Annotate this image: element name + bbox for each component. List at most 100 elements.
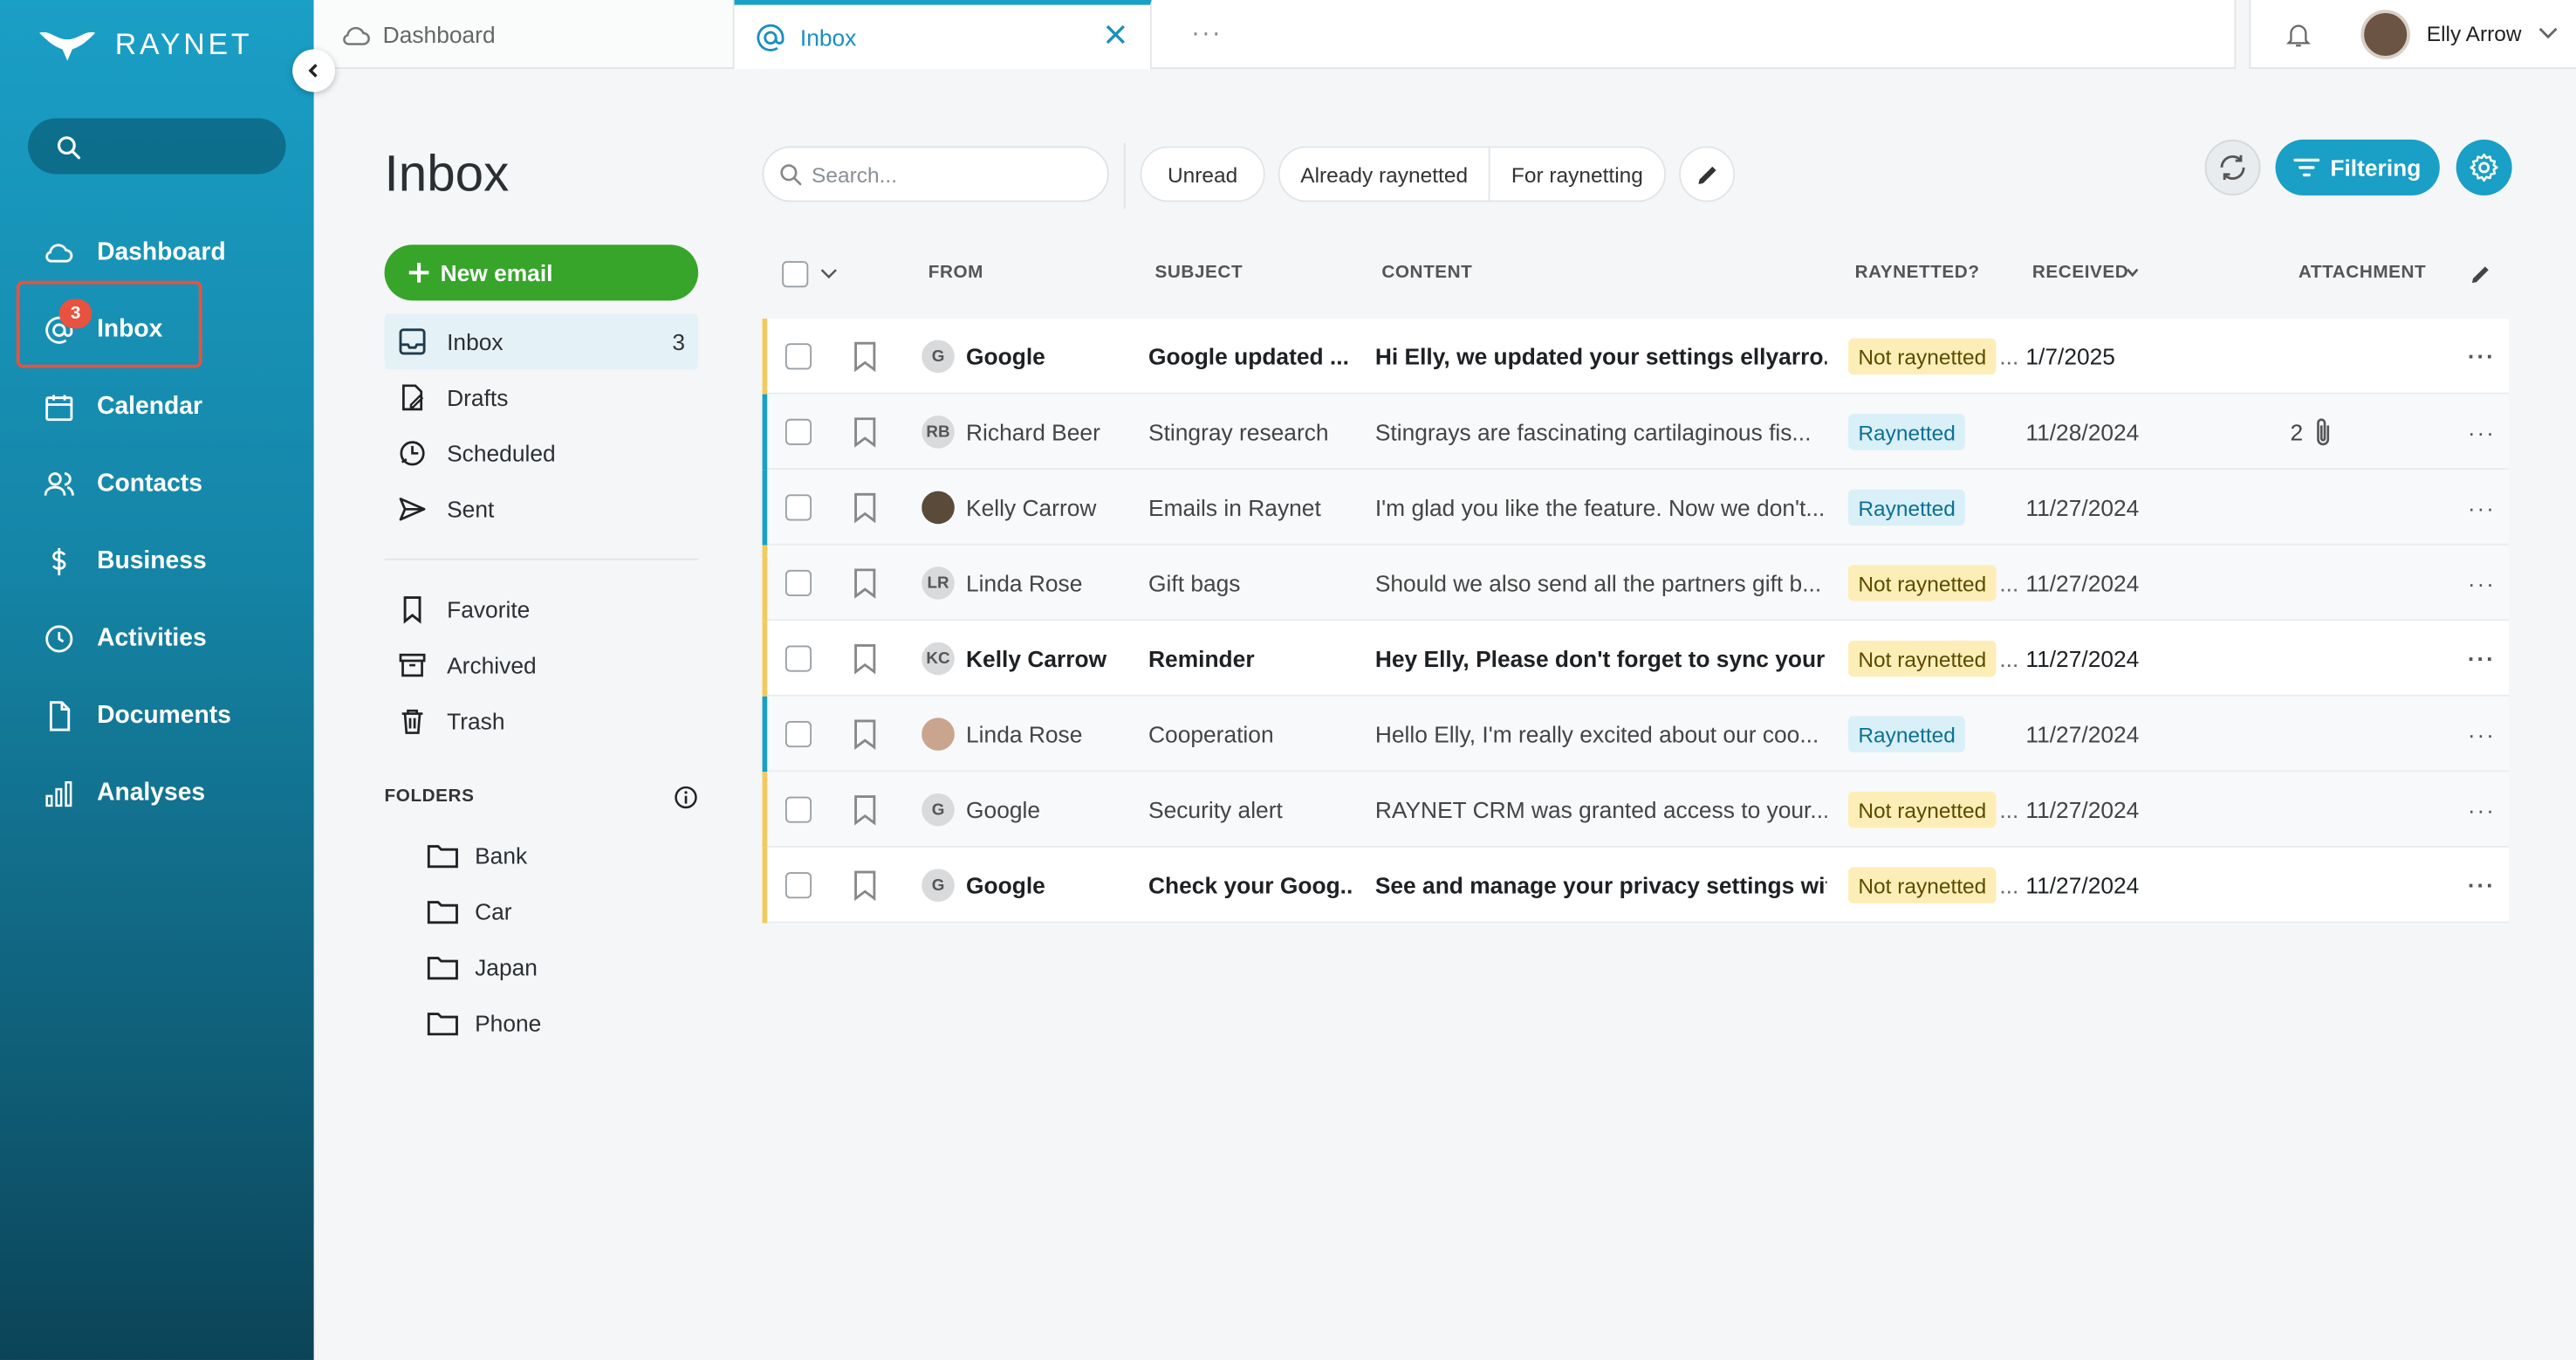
- filter-chip-already-raynetted[interactable]: Already raynetted: [1278, 146, 1490, 203]
- menu-label: Archived: [447, 651, 537, 679]
- status-overflow: ...: [1999, 872, 2019, 899]
- nav-item-business[interactable]: Business: [0, 522, 314, 599]
- menu-label: Sent: [447, 496, 495, 523]
- bell-icon[interactable]: [2284, 20, 2313, 50]
- bookmark-icon[interactable]: [851, 869, 879, 902]
- row-more-button[interactable]: ···: [2468, 697, 2496, 773]
- close-tab-icon[interactable]: [1104, 23, 1127, 45]
- nav-label: Activities: [97, 624, 207, 652]
- chevron-down-icon[interactable]: [819, 268, 838, 279]
- email-subject: Security alert: [1148, 796, 1283, 823]
- menu-item-favorite[interactable]: Favorite: [385, 581, 699, 637]
- filter-chip-unread[interactable]: Unread: [1140, 146, 1265, 203]
- pencil-icon[interactable]: [2470, 263, 2492, 285]
- row-checkbox[interactable]: [784, 721, 812, 748]
- column-header-from[interactable]: FROM: [928, 263, 983, 283]
- table-row[interactable]: G Google Security alert RAYNET CRM was gran…: [762, 772, 2509, 848]
- table-row[interactable]: G Google Google updated ... Hi Elly, we upd…: [762, 319, 2509, 395]
- bookmark-icon[interactable]: [851, 416, 879, 449]
- row-more-button[interactable]: ···: [2468, 319, 2496, 395]
- menu-item-sent[interactable]: Sent: [385, 481, 699, 537]
- menu-item-scheduled[interactable]: Scheduled: [385, 425, 699, 481]
- bookmark-icon[interactable]: [851, 793, 879, 827]
- folder-item-bank[interactable]: Bank: [427, 828, 527, 883]
- status-bar: [762, 847, 768, 924]
- raynetted-status-badge[interactable]: Not raynetted: [1848, 791, 1997, 828]
- search-input[interactable]: Search...: [762, 146, 1109, 203]
- filtering-button[interactable]: Filtering: [2275, 139, 2440, 196]
- column-header-attachment[interactable]: ATTACHMENT: [2299, 263, 2426, 283]
- folder-item-phone[interactable]: Phone: [427, 995, 541, 1051]
- nav-item-analyses[interactable]: Analyses: [0, 754, 314, 831]
- bookmark-icon[interactable]: [851, 340, 879, 373]
- more-tabs-button[interactable]: ···: [1151, 0, 2237, 70]
- nav-item-dashboard[interactable]: Dashboard: [0, 214, 314, 291]
- menu-item-archived[interactable]: Archived: [385, 637, 699, 693]
- raynetted-status-badge[interactable]: Not raynetted: [1848, 867, 1997, 903]
- paperclip-icon[interactable]: [2312, 416, 2333, 449]
- row-more-button[interactable]: ···: [2468, 772, 2496, 848]
- row-checkbox[interactable]: [784, 796, 812, 823]
- page-title: Inbox: [384, 144, 510, 203]
- collapse-sidebar-button[interactable]: [292, 49, 336, 93]
- table-row[interactable]: Linda Rose Cooperation Hello Elly, I'm rea…: [762, 696, 2509, 773]
- raynetted-status-badge[interactable]: Raynetted: [1848, 716, 1966, 752]
- settings-button[interactable]: [2456, 139, 2512, 196]
- column-header-raynetted[interactable]: RAYNETTED?: [1855, 263, 1980, 283]
- menu-item-drafts[interactable]: Drafts: [385, 369, 699, 425]
- user-avatar[interactable]: [2360, 10, 2410, 59]
- chevron-down-icon[interactable]: [2538, 26, 2559, 39]
- sync-button[interactable]: [2204, 139, 2261, 196]
- logo-text: RAYNET: [114, 27, 253, 60]
- folder-item-japan[interactable]: Japan: [427, 939, 538, 995]
- nav-item-documents[interactable]: Documents: [0, 677, 314, 753]
- row-checkbox[interactable]: [784, 494, 812, 521]
- table-row[interactable]: Kelly Carrow Emails in Raynet I'm glad you…: [762, 470, 2509, 546]
- tab-dashboard[interactable]: Dashboard: [313, 0, 735, 70]
- nav-item-calendar[interactable]: Calendar: [0, 367, 314, 444]
- status-overflow: ...: [1999, 569, 2019, 597]
- row-checkbox[interactable]: [784, 872, 812, 899]
- row-more-button[interactable]: ···: [2468, 546, 2496, 622]
- sidebar-search[interactable]: [28, 118, 286, 175]
- table-row[interactable]: RB Richard Beer Stingray research Stingrays…: [762, 394, 2509, 471]
- new-email-button[interactable]: New email: [384, 244, 699, 301]
- row-more-button[interactable]: ···: [2468, 395, 2496, 471]
- row-more-button[interactable]: ···: [2468, 848, 2496, 924]
- bookmark-icon[interactable]: [851, 718, 879, 751]
- row-checkbox[interactable]: [784, 418, 812, 445]
- select-all-checkbox[interactable]: [782, 261, 809, 288]
- bookmark-icon[interactable]: [851, 642, 879, 676]
- table-row[interactable]: KC Kelly Carrow Reminder Hey Elly, Please d…: [762, 621, 2509, 697]
- column-header-content[interactable]: CONTENT: [1381, 263, 1472, 283]
- raynetted-status-badge[interactable]: Not raynetted: [1848, 640, 1997, 677]
- nav-item-activities[interactable]: Activities: [0, 600, 314, 677]
- raynetted-status-badge[interactable]: Raynetted: [1848, 489, 1966, 526]
- column-header-received[interactable]: RECEIVED: [2032, 263, 2128, 283]
- tab-inbox[interactable]: Inbox: [734, 0, 1152, 70]
- column-header-subject[interactable]: SUBJECT: [1155, 263, 1243, 283]
- edit-filters-button[interactable]: [1679, 146, 1736, 203]
- info-icon[interactable]: [674, 785, 698, 809]
- bookmark-icon[interactable]: [851, 567, 879, 600]
- row-more-button[interactable]: ···: [2468, 621, 2496, 697]
- row-checkbox[interactable]: [784, 645, 812, 672]
- row-checkbox[interactable]: [784, 343, 812, 370]
- raynetted-status-badge[interactable]: Not raynetted: [1848, 565, 1997, 601]
- table-row[interactable]: LR Linda Rose Gift bags Should we also send…: [762, 545, 2509, 622]
- nav-item-contacts[interactable]: Contacts: [0, 445, 314, 522]
- mailbox-menu: Inbox 3 Drafts Scheduled Sent: [384, 313, 699, 537]
- folder-item-car[interactable]: Car: [427, 883, 512, 939]
- user-name[interactable]: Elly Arrow: [2427, 21, 2522, 45]
- raynet-logo[interactable]: RAYNET: [36, 23, 252, 65]
- email-content: Hi Elly, we updated your settings ellyar…: [1374, 343, 1827, 370]
- menu-item-inbox[interactable]: Inbox 3: [384, 313, 699, 370]
- menu-item-trash[interactable]: Trash: [385, 693, 699, 749]
- raynetted-status-badge[interactable]: Not raynetted: [1848, 338, 1997, 375]
- filter-chip-for-raynetting[interactable]: For raynetting: [1488, 146, 1667, 203]
- row-checkbox[interactable]: [784, 569, 812, 597]
- raynetted-status-badge[interactable]: Raynetted: [1848, 414, 1966, 450]
- row-more-button[interactable]: ···: [2468, 470, 2496, 546]
- table-row[interactable]: G Google Check your Goog... See and manage …: [762, 847, 2509, 924]
- bookmark-icon[interactable]: [851, 491, 879, 525]
